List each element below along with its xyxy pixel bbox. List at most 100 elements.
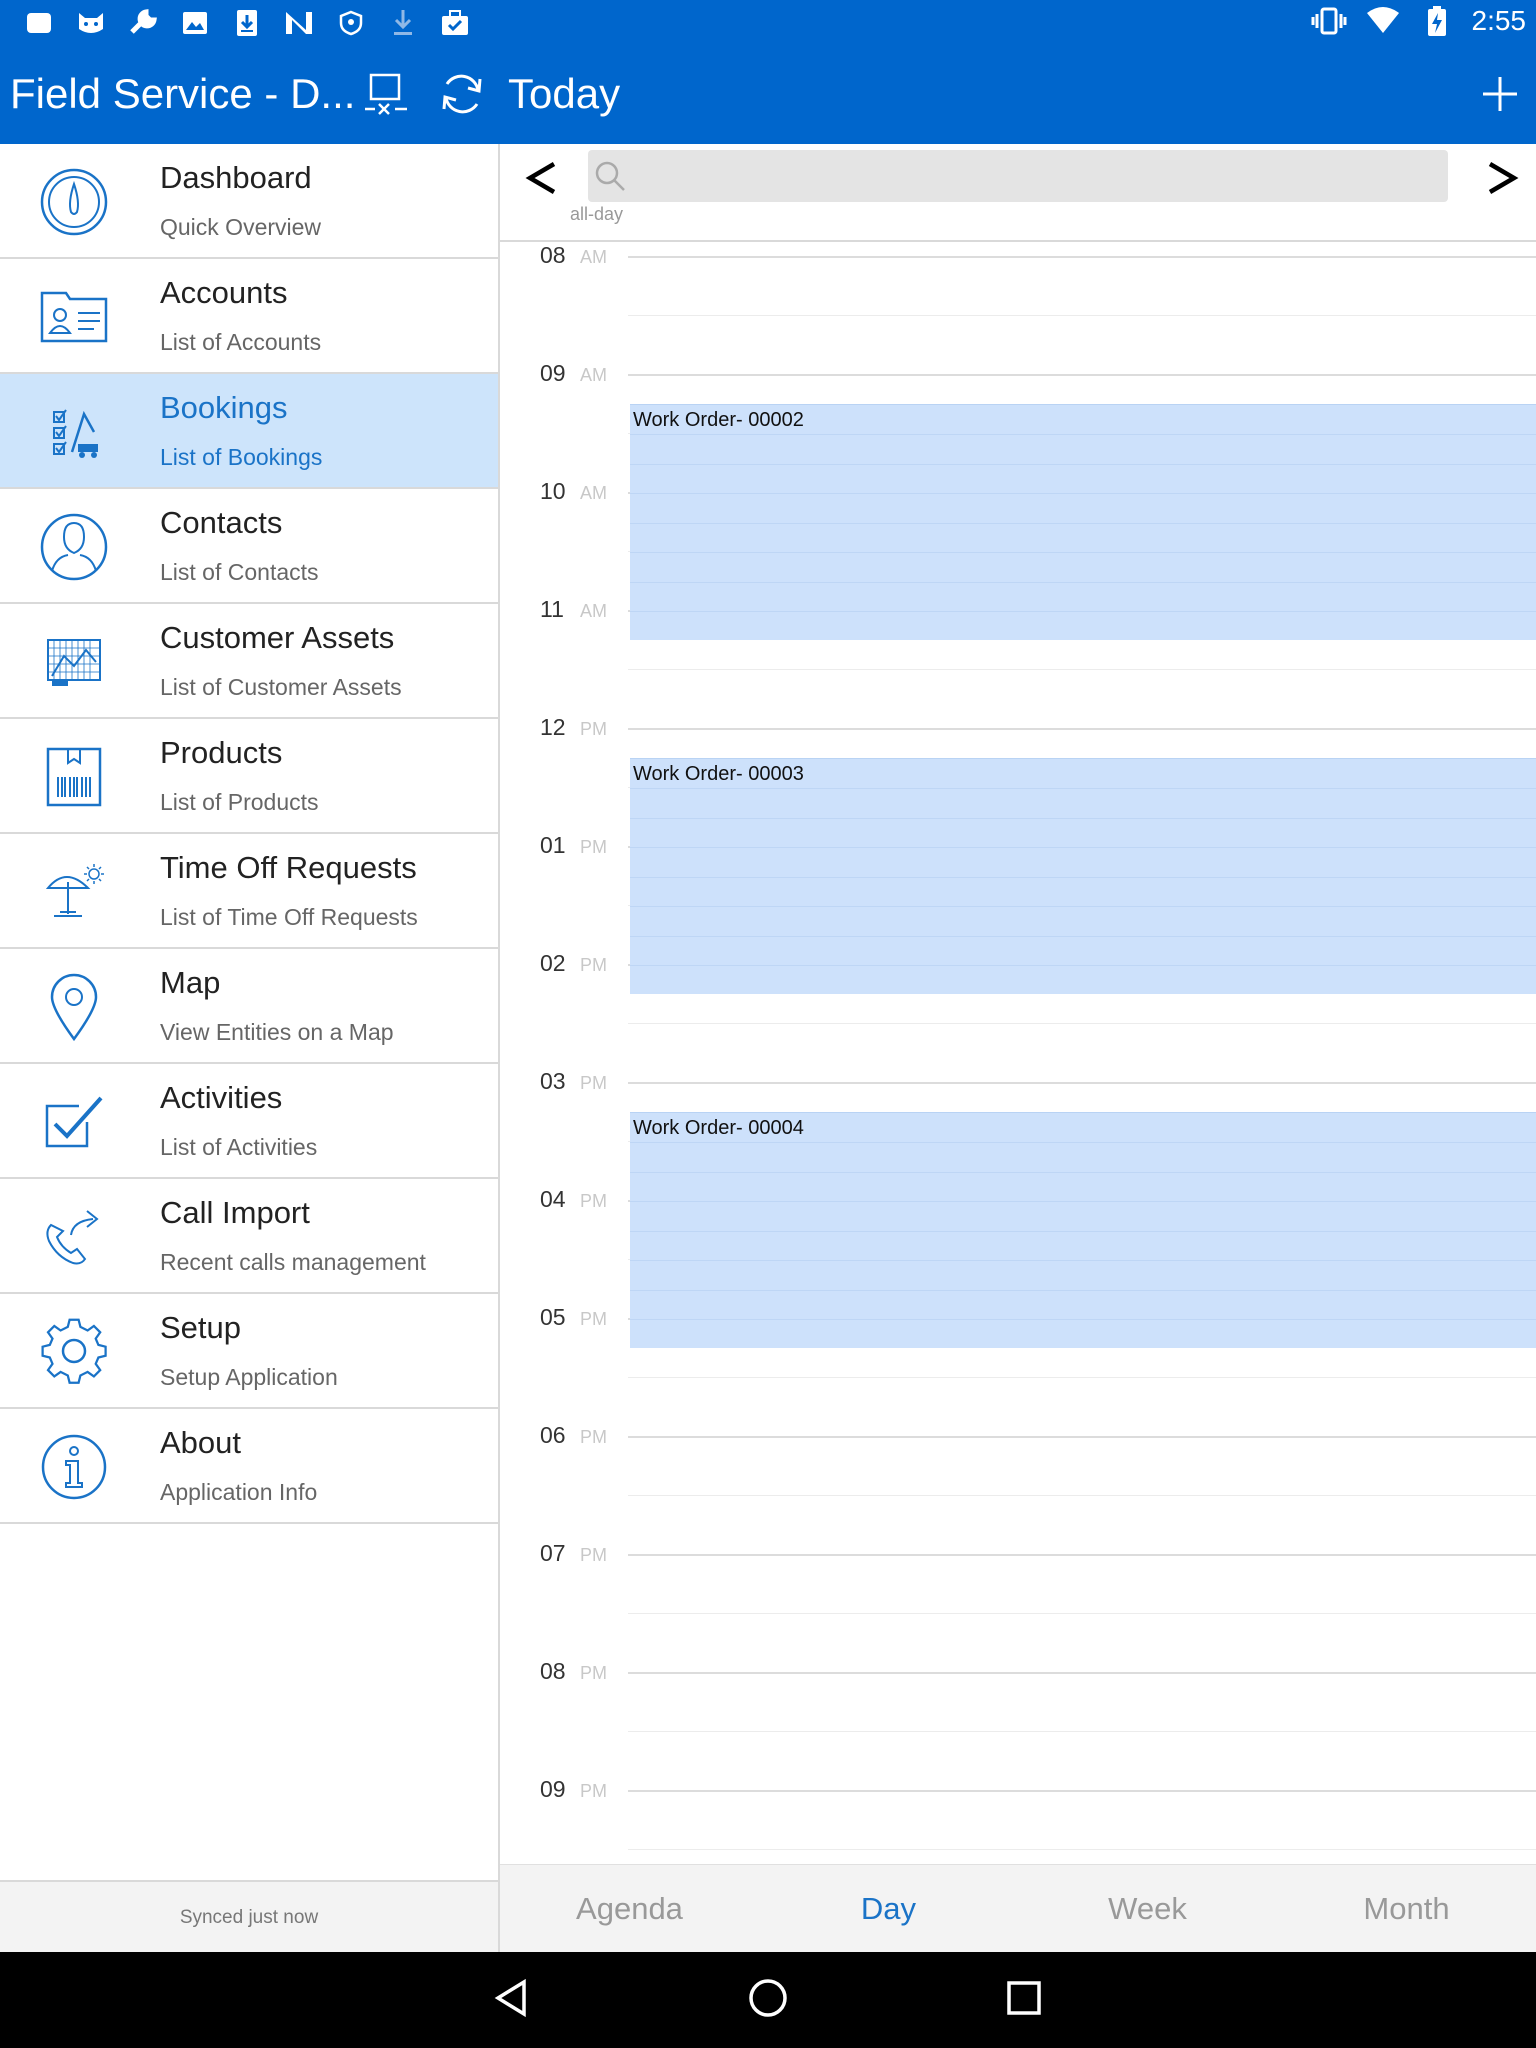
hour-label: 08: [540, 1658, 566, 1684]
tab-week[interactable]: Week: [1018, 1865, 1277, 1953]
briefcase-check-icon: [436, 6, 474, 40]
tab-agenda[interactable]: Agenda: [500, 1865, 759, 1953]
nav-subtitle: List of Contacts: [160, 559, 319, 585]
sidebar-item-setup[interactable]: Setup Setup Application: [0, 1294, 498, 1409]
tab-month[interactable]: Month: [1277, 1865, 1536, 1953]
image-icon: [176, 6, 214, 40]
event-slot-line: [630, 788, 1536, 789]
hour-label: 12: [540, 714, 566, 740]
event-slot-line: [630, 965, 1536, 966]
sidebar: Dashboard Quick Overview Accounts List o…: [0, 144, 500, 1952]
barcode-box-icon: [36, 739, 112, 815]
sidebar-item-map[interactable]: Map View Entities on a Map: [0, 949, 498, 1064]
shield-icon: [332, 6, 370, 40]
booking-event[interactable]: Work Order- 00002: [630, 403, 1536, 640]
sidebar-item-products[interactable]: Products List of Products: [0, 719, 498, 834]
ampm-label: PM: [580, 1073, 607, 1093]
event-slot-line: [630, 522, 1536, 524]
nav-subtitle: List of Products: [160, 789, 319, 815]
map-pin-icon: [36, 969, 112, 1045]
hour-label: 03: [540, 1068, 566, 1094]
battery-icon: [1418, 4, 1456, 38]
sidebar-item-customer-assets[interactable]: Customer Assets List of Customer Assets: [0, 604, 498, 719]
ampm-label: PM: [580, 1191, 607, 1211]
hour-label: 07: [540, 1540, 566, 1566]
nav-title: Customer Assets: [160, 620, 395, 655]
ampm-label: PM: [580, 837, 607, 857]
sync-status: Synced just now: [0, 1880, 498, 1952]
download-icon: [384, 6, 422, 40]
half-hour-line: [628, 1613, 1536, 1614]
n-icon: [280, 6, 318, 40]
today-button[interactable]: Today: [508, 70, 620, 118]
sidebar-item-bookings[interactable]: Bookings List of Bookings: [0, 374, 498, 489]
sidebar-item-call-import[interactable]: Call Import Recent calls management: [0, 1179, 498, 1294]
event-slot-line: [630, 1230, 1536, 1232]
recents-button[interactable]: [998, 1974, 1050, 2026]
next-day-button[interactable]: [1474, 152, 1530, 208]
back-triangle-icon: [492, 1978, 532, 2022]
event-slot-line: [630, 935, 1536, 937]
booking-event[interactable]: Work Order- 00004: [630, 1111, 1536, 1348]
half-hour-line: [628, 315, 1536, 316]
nav-title: Accounts: [160, 275, 288, 310]
hour-label: 04: [540, 1186, 566, 1212]
home-circle-icon: [747, 1977, 789, 2023]
phone-forward-icon: [36, 1199, 112, 1275]
disconnect-button[interactable]: [360, 70, 412, 122]
sidebar-item-time-off-requests[interactable]: Time Off Requests List of Time Off Reque…: [0, 834, 498, 949]
home-button[interactable]: [742, 1974, 794, 2026]
booking-event[interactable]: Work Order- 00003: [630, 757, 1536, 994]
ampm-label: PM: [580, 1309, 607, 1329]
ampm-label: AM: [580, 601, 607, 621]
tab-day[interactable]: Day: [759, 1865, 1018, 1953]
time-grid[interactable]: 08 AM 09 AM 10 AM 11 AM 12 PM 01 PM 02 PM 03 PM 04 PM 05 PM…: [500, 242, 1536, 1862]
hour-label: 02: [540, 950, 566, 976]
nav-subtitle: List of Bookings: [160, 444, 323, 470]
nav-title: Activities: [160, 1080, 283, 1115]
contact-card-icon: [36, 279, 112, 355]
all-day-label: all-day: [570, 204, 624, 224]
hour-label: 05: [540, 1304, 566, 1330]
sidebar-item-about[interactable]: About Application Info: [0, 1409, 498, 1524]
event-slot-line: [630, 581, 1536, 583]
sync-button[interactable]: [436, 70, 488, 122]
sidebar-item-dashboard[interactable]: Dashboard Quick Overview: [0, 144, 498, 259]
checkbox-icon: [36, 1084, 112, 1160]
hour-label: 08: [540, 242, 566, 268]
ampm-label: AM: [580, 483, 607, 503]
vibrate-icon: [1310, 4, 1348, 38]
notification-icon: [20, 6, 58, 40]
half-hour-line: [628, 1731, 1536, 1732]
calendar-header: all-day: [500, 144, 1536, 242]
ampm-label: AM: [580, 247, 607, 267]
hour-label: 09: [540, 1776, 566, 1802]
sidebar-item-contacts[interactable]: Contacts List of Contacts: [0, 489, 498, 604]
nav-title: Bookings: [160, 390, 288, 425]
nav-title: Products: [160, 735, 283, 770]
ampm-label: PM: [580, 955, 607, 975]
sidebar-item-activities[interactable]: Activities List of Activities: [0, 1064, 498, 1179]
previous-day-button[interactable]: [514, 152, 570, 208]
event-title: Work Order- 00002: [633, 408, 804, 431]
nav-title: Time Off Requests: [160, 850, 417, 885]
app-title[interactable]: Field Service - D...: [10, 70, 355, 118]
hour-label: 06: [540, 1422, 566, 1448]
add-button[interactable]: [1474, 70, 1526, 122]
nav-title: About: [160, 1425, 242, 1460]
cat-icon: [72, 6, 110, 40]
half-hour-line: [628, 669, 1536, 670]
status-bar: 2:55: [0, 0, 1536, 46]
person-icon: [36, 509, 112, 585]
nav-subtitle: View Entities on a Map: [160, 1019, 394, 1045]
search-input[interactable]: [588, 150, 1448, 202]
nav-subtitle: List of Time Off Requests: [160, 904, 418, 930]
ampm-label: AM: [580, 365, 607, 385]
event-slot-line: [630, 906, 1536, 907]
chevron-right-icon: [1484, 158, 1520, 202]
ampm-label: PM: [580, 719, 607, 739]
beach-umbrella-icon: [36, 854, 112, 930]
back-button[interactable]: [486, 1974, 538, 2026]
sidebar-item-accounts[interactable]: Accounts List of Accounts: [0, 259, 498, 374]
hour-label: 11: [540, 596, 564, 622]
